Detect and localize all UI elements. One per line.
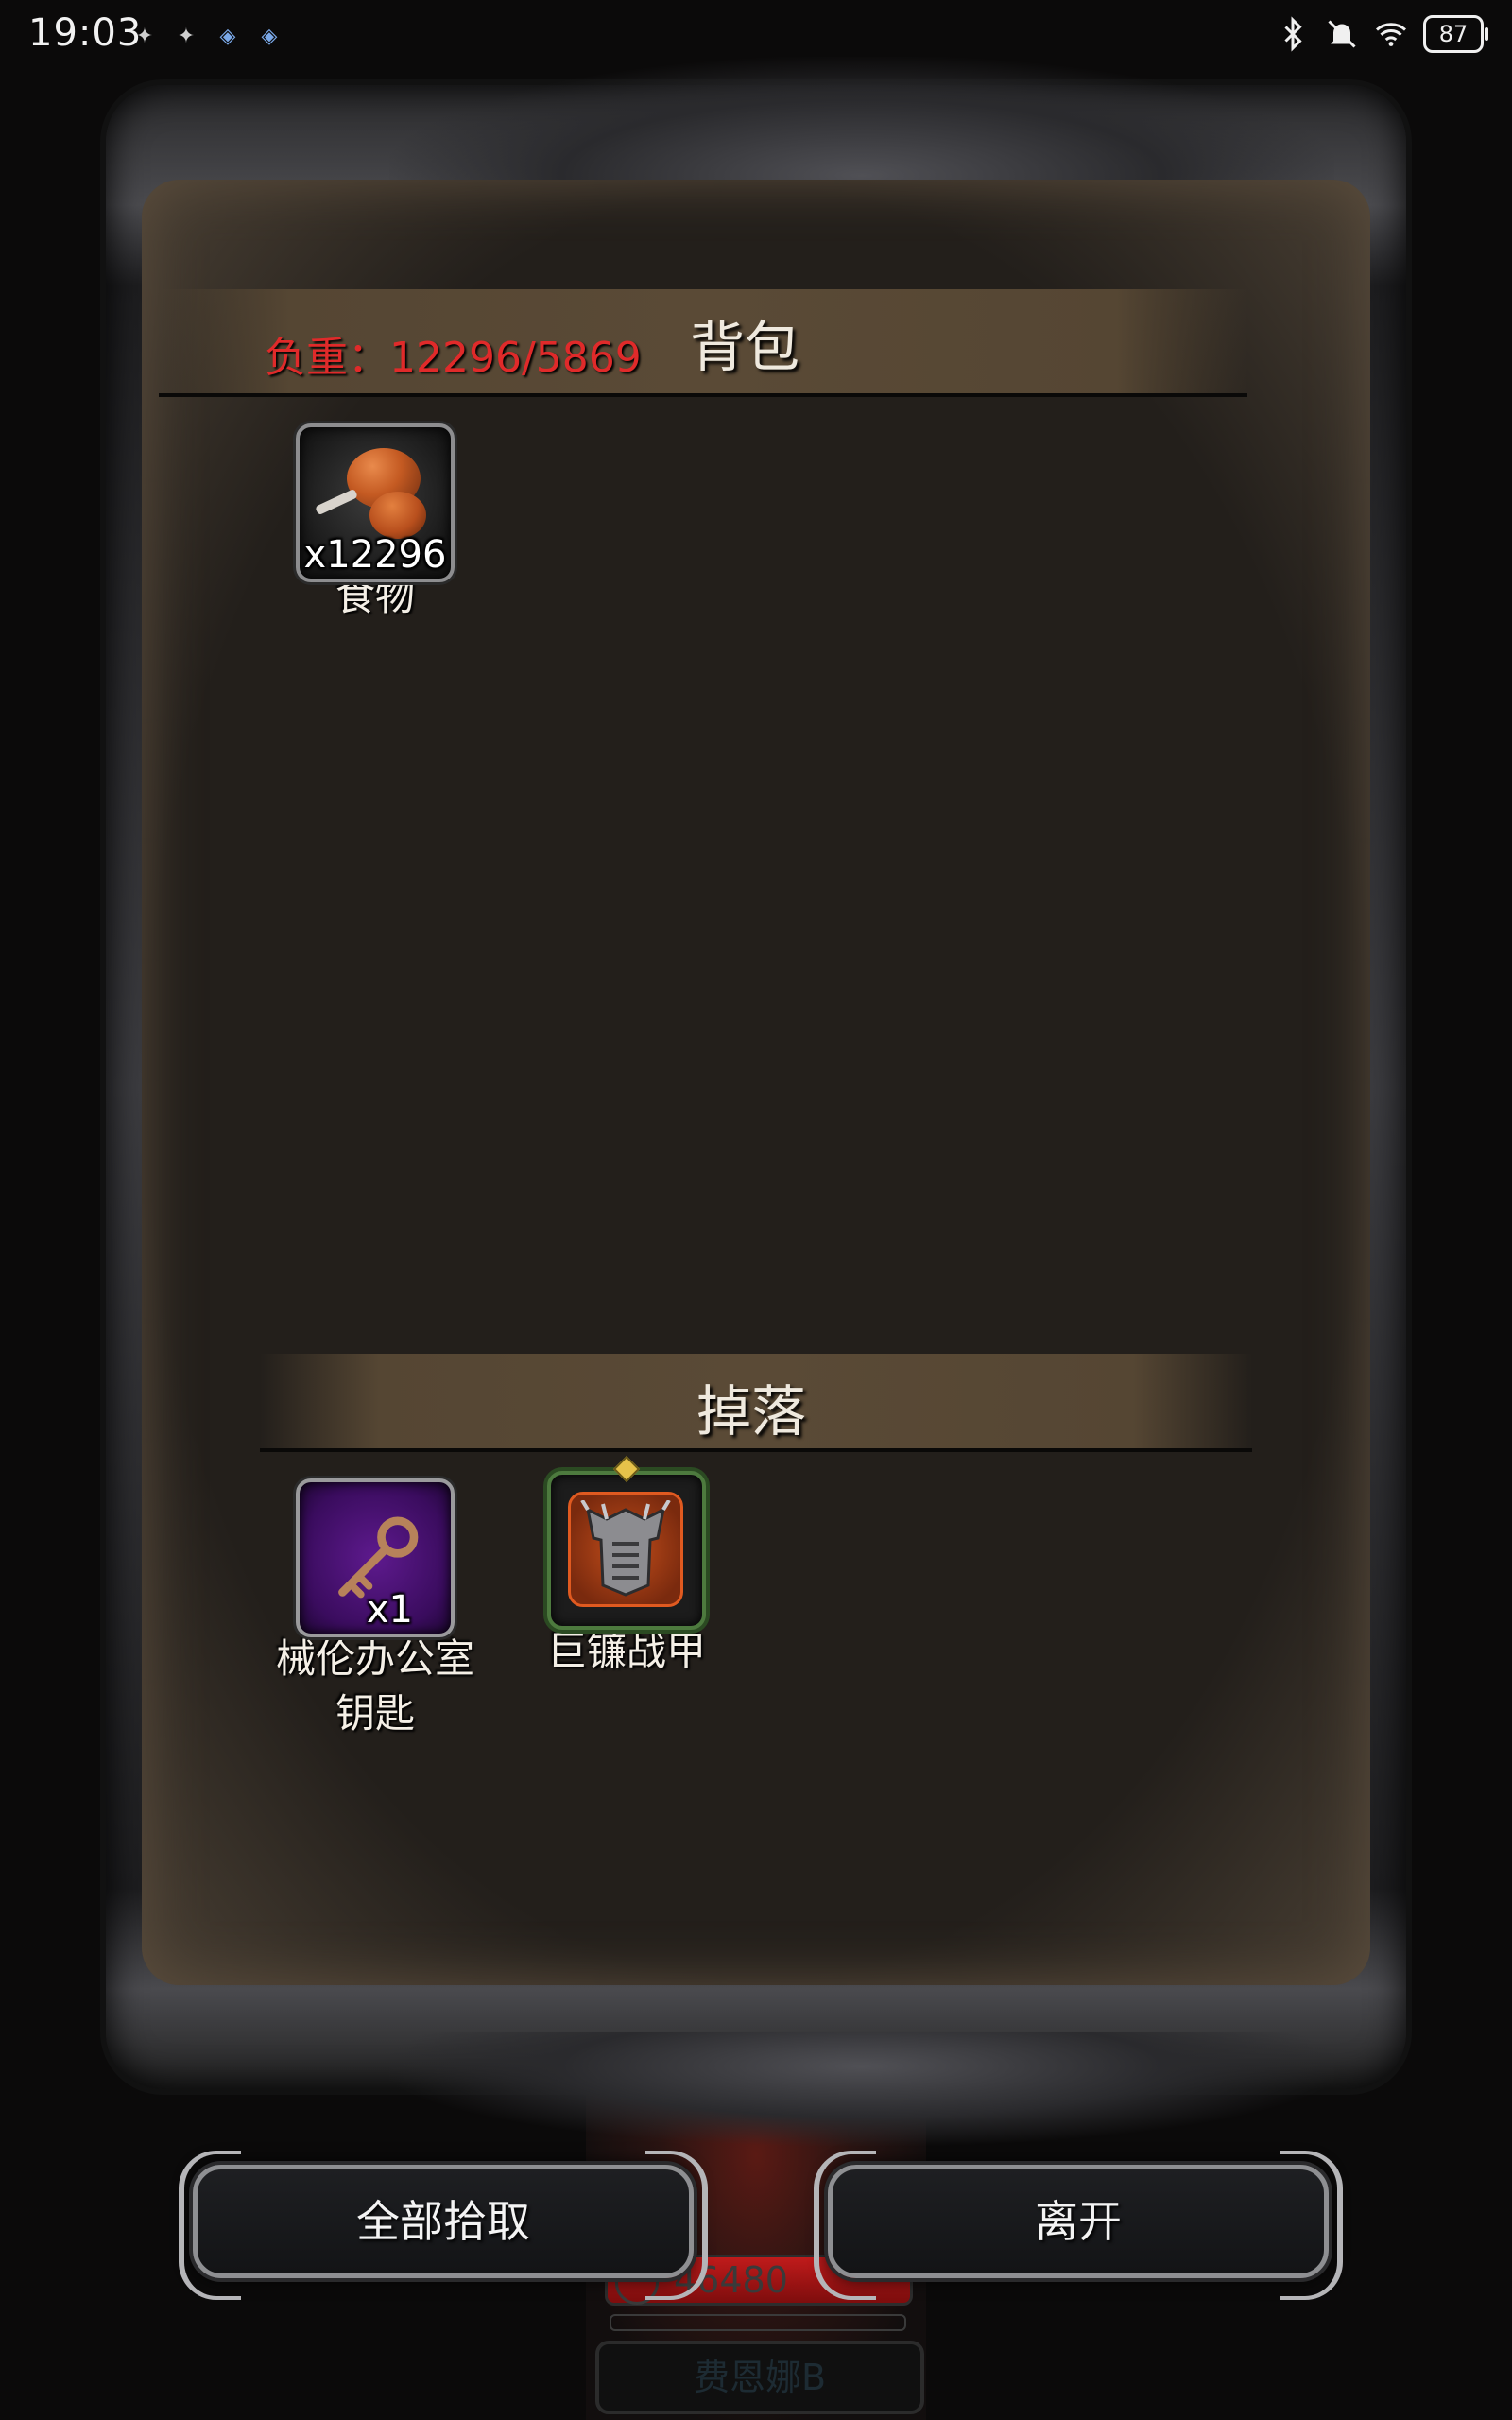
drop-item-key[interactable]: x1 械伦办公室 钥匙 (276, 1478, 474, 1741)
pickup-all-button[interactable]: 全部拾取 (179, 2151, 708, 2300)
character-name-plate: 费恩娜B (595, 2341, 924, 2414)
item-icon-frame: x1 (296, 1478, 455, 1637)
drop-header: 掉落 (260, 1354, 1252, 1452)
bag-item-food[interactable]: x12296 食物 (295, 424, 455, 624)
armor-icon (580, 1500, 671, 1597)
roast-meat-icon (347, 448, 426, 539)
mute-icon (1328, 20, 1356, 48)
leave-label: 离开 (1035, 2196, 1122, 2247)
app-notification-icon: ◈ (261, 25, 278, 48)
character-name: 费恩娜B (693, 2357, 827, 2398)
item-name: 械伦办公室 钥匙 (275, 1635, 474, 1737)
status-right: 87 (1276, 15, 1488, 53)
app-notification-icon: ◈ (219, 25, 236, 48)
game-notification-icon: ✦ (177, 25, 196, 48)
item-count: x12296 (303, 533, 447, 577)
wifi-icon (1376, 23, 1406, 46)
bag-header: 负重：12296/5869 背包 (159, 289, 1247, 397)
item-name: 巨镰战甲 (546, 1628, 706, 1674)
frame-crest-bottom (389, 2032, 1334, 2146)
notification-icons: ✦ ✦ ◈ ◈ (130, 23, 284, 51)
battery-indicator: 87 (1423, 15, 1488, 53)
item-icon-frame: x12296 (296, 424, 455, 582)
drop-title: 掉落 (696, 1379, 806, 1443)
item-count: x1 (366, 1588, 413, 1632)
status-time: 19:03 (28, 11, 143, 55)
game-notification-icon: ✦ (135, 25, 154, 48)
exp-bar (610, 2314, 906, 2331)
pickup-all-label: 全部拾取 (356, 2196, 530, 2247)
item-icon-frame (547, 1455, 706, 1630)
bluetooth-icon (1284, 16, 1302, 52)
leave-button[interactable]: 离开 (814, 2151, 1343, 2300)
bag-title: 背包 (689, 315, 799, 379)
armor-icon-bg (568, 1492, 683, 1607)
drop-item-armor[interactable]: 巨镰战甲 (546, 1455, 707, 1679)
